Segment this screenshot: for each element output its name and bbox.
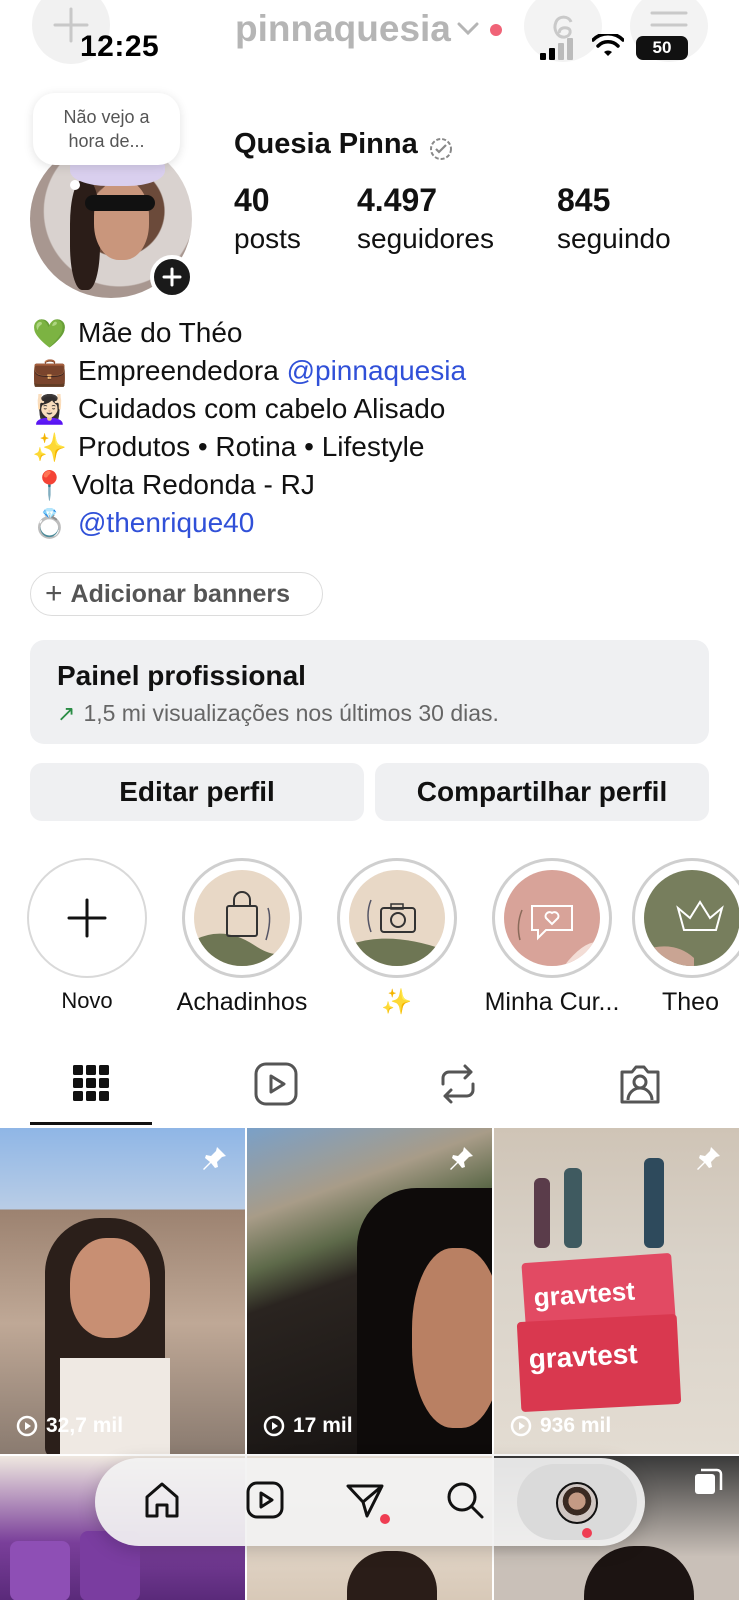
add-story-button[interactable] — [150, 255, 194, 299]
post-view-count: 32,7 mil — [46, 1414, 124, 1437]
stat-followers[interactable]: 4.497 seguidores — [357, 182, 494, 255]
sparkles-icon: ✨ — [32, 431, 67, 463]
active-tab-indicator — [30, 1122, 152, 1125]
highlight-sparkles[interactable]: ✨ — [322, 858, 472, 1017]
reposts-icon — [441, 1064, 475, 1104]
cellular-signal-icon — [540, 38, 573, 60]
add-banners-label: Adicionar banners — [70, 579, 291, 608]
play-views-icon — [16, 1415, 38, 1437]
dashboard-subtitle: 1,5 mi visualizações nos últimos 30 dias… — [83, 700, 499, 726]
pin-icon — [697, 1147, 720, 1170]
bottom-navigation — [95, 1458, 645, 1546]
highlight-label: Theo — [662, 988, 719, 1016]
carousel-icon — [695, 1468, 723, 1494]
stat-label: seguidores — [357, 223, 494, 254]
bio-line: 💆🏻‍♀️ Cuidados com cabelo Alisado — [32, 390, 712, 428]
bio-mention-link[interactable]: @thenrique40 — [78, 507, 254, 539]
status-time: 12:25 — [80, 30, 160, 63]
professional-dashboard[interactable]: Painel profissional ↗ 1,5 mi visualizaçõ… — [30, 640, 709, 744]
tab-tagged[interactable] — [580, 1048, 700, 1124]
ring-icon: 💍 — [32, 507, 67, 539]
top-bar: 12:25 pinnaquesia 50 — [0, 0, 739, 80]
bio-text: Cuidados com cabelo Alisado — [78, 393, 446, 424]
share-profile-button[interactable]: Compartilhar perfil — [375, 763, 709, 821]
bio-text: Mãe do Théo — [78, 317, 243, 348]
face-massage-icon: 💆🏻‍♀️ — [32, 393, 67, 425]
bio-line: 📍 Volta Redonda - RJ — [32, 466, 712, 504]
post-thumbnail[interactable]: 17 mil — [247, 1128, 492, 1454]
direct-messages-icon[interactable] — [345, 1480, 385, 1520]
profile-notification-dot — [582, 1528, 592, 1538]
stat-posts[interactable]: 40 posts — [234, 182, 301, 255]
reels-icon[interactable] — [245, 1480, 285, 1520]
bio-text: Volta Redonda - RJ — [72, 469, 315, 500]
note-text-line2: hora de... — [68, 131, 145, 151]
stat-label: posts — [234, 223, 301, 254]
highlight-theo[interactable]: Theo — [632, 858, 739, 1017]
crown-icon — [644, 900, 724, 966]
bio-mention-link[interactable]: @pinnaquesia — [287, 355, 466, 387]
tab-reposts[interactable] — [398, 1048, 518, 1124]
profile-full-name: Quesia Pinna — [234, 128, 418, 160]
battery-indicator: 50 — [636, 36, 688, 60]
post-thumbnail[interactable]: 32,7 mil — [0, 1128, 245, 1454]
note-bubble[interactable]: Não vejo a hora de... — [33, 93, 180, 165]
stat-value: 40 — [234, 182, 270, 218]
shopping-bag-icon — [194, 891, 290, 966]
play-views-icon — [510, 1415, 532, 1437]
wifi-icon — [592, 34, 624, 56]
highlight-new[interactable]: Novo — [12, 858, 162, 1014]
notification-dot — [490, 24, 502, 36]
stat-value: 4.497 — [357, 182, 438, 218]
bio-text: Produtos • Rotina • Lifestyle — [78, 431, 425, 462]
stat-label: seguindo — [557, 223, 671, 254]
highlight-minha-curvatura[interactable]: Minha Cur... — [477, 858, 627, 1017]
briefcase-icon: 💼 — [32, 355, 67, 387]
pin-icon — [450, 1147, 473, 1170]
profile-tab-avatar[interactable] — [556, 1482, 598, 1524]
plus-icon: + — [45, 577, 63, 610]
bio-line: ✨ Produtos • Rotina • Lifestyle — [32, 428, 712, 466]
trend-up-icon: ↗ — [57, 700, 76, 726]
highlight-label: Achadinhos — [176, 988, 308, 1016]
chevron-down-icon[interactable] — [457, 22, 479, 36]
stat-value: 845 — [557, 182, 611, 218]
bio-line: 💼 Empreendedora @pinnaquesia — [32, 352, 712, 390]
green-heart-icon: 💚 — [32, 317, 67, 349]
plus-icon — [162, 267, 182, 287]
tab-grid[interactable] — [31, 1048, 151, 1124]
stat-following[interactable]: 845 seguindo — [557, 182, 671, 255]
bio-line: 💍 @thenrique40 — [32, 504, 712, 542]
highlight-label: ✨ — [381, 988, 413, 1016]
post-view-count: 936 mil — [540, 1414, 612, 1437]
tab-reels[interactable] — [216, 1048, 336, 1124]
verified-badge-icon — [430, 138, 452, 160]
grid-icon — [73, 1065, 109, 1101]
pin-icon — [203, 1147, 226, 1170]
bio-line: 💚 Mãe do Théo — [32, 314, 712, 352]
highlight-label: Novo — [61, 988, 113, 1013]
messages-notification-dot — [380, 1514, 390, 1524]
account-switcher[interactable]: pinnaquesia — [235, 8, 451, 50]
note-tail — [70, 180, 80, 190]
plus-icon — [67, 898, 107, 938]
highlight-label: Minha Cur... — [484, 988, 620, 1016]
dashboard-title: Painel profissional — [57, 660, 306, 691]
home-icon[interactable] — [142, 1480, 182, 1520]
heart-chat-icon — [517, 905, 600, 966]
post-thumbnail[interactable]: gravtest gravtest 936 mil — [494, 1128, 739, 1454]
location-pin-icon: 📍 — [32, 469, 67, 501]
tagged-icon — [620, 1065, 660, 1104]
edit-profile-button[interactable]: Editar perfil — [30, 763, 364, 821]
note-text-line1: Não vejo a — [63, 107, 150, 127]
reels-icon — [254, 1062, 298, 1106]
bio-text: Empreendedora — [78, 355, 287, 386]
post-view-count: 17 mil — [293, 1414, 353, 1437]
camera-icon — [349, 899, 445, 966]
search-icon[interactable] — [445, 1480, 485, 1520]
play-views-icon — [263, 1415, 285, 1437]
profile-bio: 💚 Mãe do Théo 💼 Empreendedora @pinnaquesia… — [32, 314, 712, 542]
add-banners-button[interactable]: + Adicionar banners — [30, 572, 323, 616]
highlight-achadinhos[interactable]: Achadinhos — [167, 858, 317, 1017]
